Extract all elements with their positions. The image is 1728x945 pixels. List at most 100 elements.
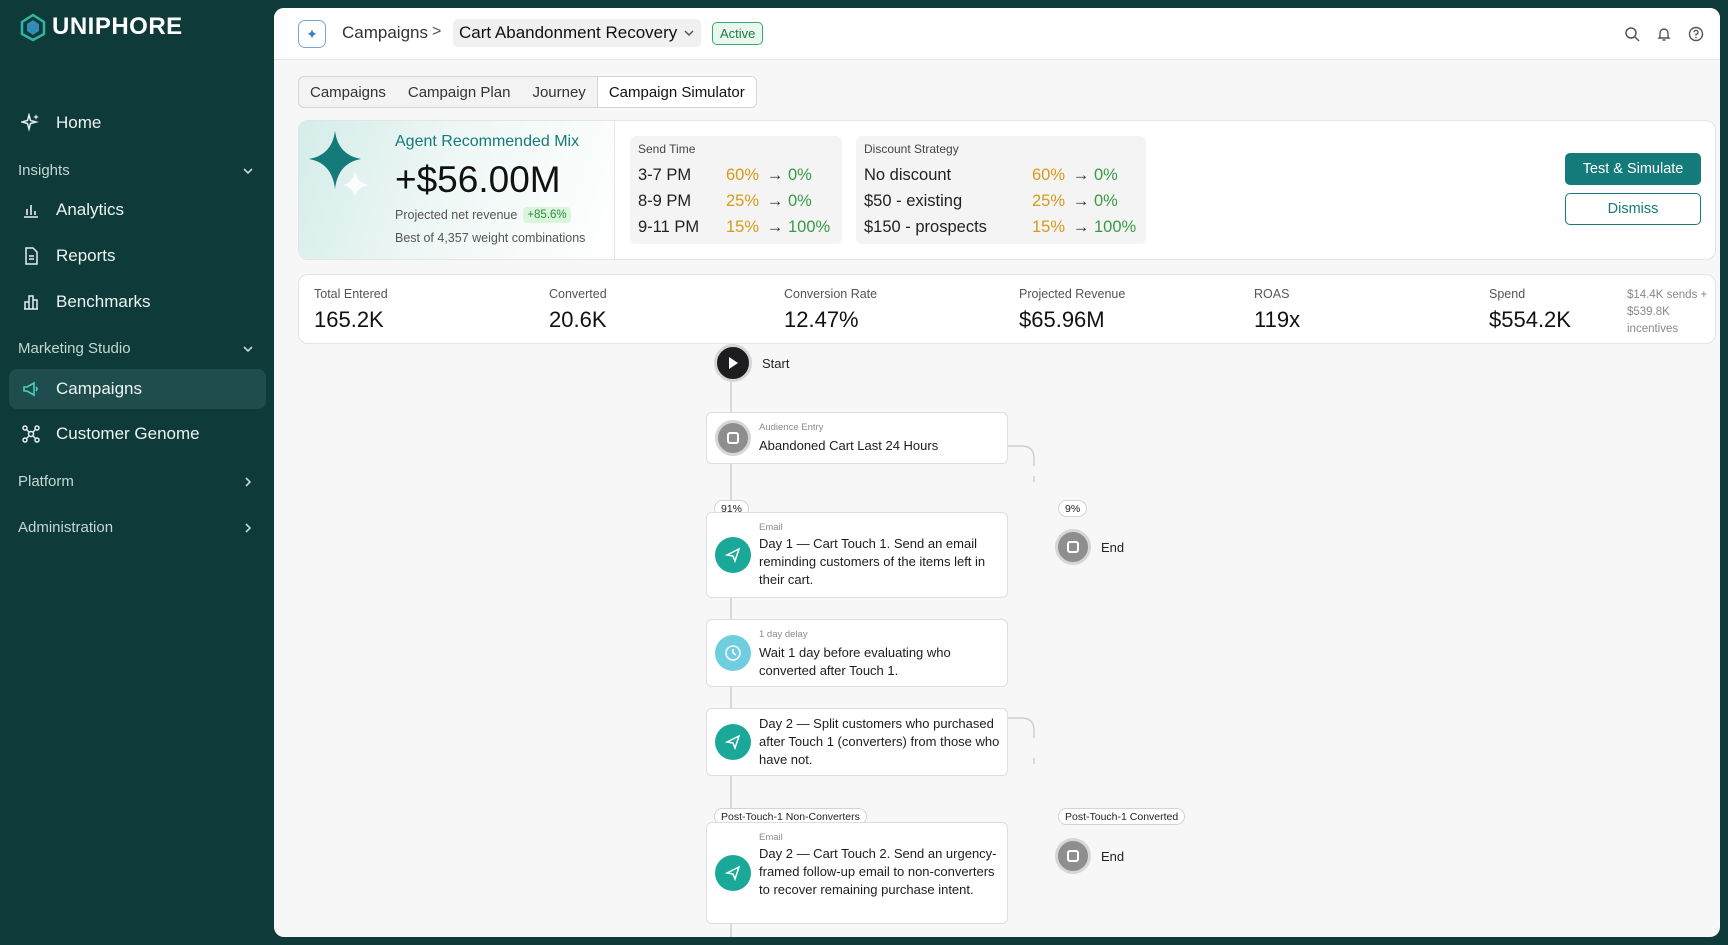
send-time-title: Send Time xyxy=(638,142,696,156)
node-text: Day 2 — Cart Touch 2. Send an urgency-fr… xyxy=(759,846,997,897)
search-icon[interactable] xyxy=(1622,24,1642,44)
mix-row: 9-11 PM 15% → 100% xyxy=(638,214,834,240)
metric-label: ROAS xyxy=(1254,287,1290,301)
nav-benchmarks[interactable]: Benchmarks xyxy=(9,282,266,322)
recommendation-subtitle-row: Projected net revenue +85.6% xyxy=(395,207,571,223)
status-badge: Active xyxy=(712,22,764,45)
test-simulate-button[interactable]: Test & Simulate xyxy=(1565,153,1701,185)
mix-row: $50 - existing 25% → 0% xyxy=(864,188,1138,214)
mix-to: 0% xyxy=(1094,165,1118,184)
nav-analytics[interactable]: Analytics xyxy=(9,190,266,230)
nav-section-insights[interactable]: Insights xyxy=(18,162,254,179)
nav-section-platform[interactable]: Platform xyxy=(18,473,254,490)
chevron-right-icon xyxy=(245,522,252,533)
start-node[interactable]: Start xyxy=(714,344,789,382)
brand-logo[interactable]: UNIPHORE xyxy=(18,12,183,42)
platform-section-label: Platform xyxy=(18,473,74,490)
arrow-right-icon: → xyxy=(1072,191,1090,210)
admin-section-label: Administration xyxy=(18,519,114,536)
metric-projected-revenue: Projected Revenue $65.96M xyxy=(1019,287,1125,333)
recommendation-uplift-badge: +85.6% xyxy=(523,207,571,223)
mix-to: 0% xyxy=(788,165,812,184)
bar-chart-icon xyxy=(20,199,42,221)
breadcrumb-campaigns[interactable]: Campaigns xyxy=(342,23,428,43)
start-label: Start xyxy=(762,355,790,371)
audience-entry-node[interactable]: Audience Entry Abandoned Cart Last 24 Ho… xyxy=(706,412,1008,464)
sidebar: UNIPHORE Home Insights Analytics Reports… xyxy=(0,0,272,945)
email-node-touch-2[interactable]: Email Day 2 — Cart Touch 2. Send an urge… xyxy=(706,822,1008,924)
spend-breakdown-note: $14.4K sends + $539.8K incentives xyxy=(1627,287,1715,338)
nav-home[interactable]: Home xyxy=(9,103,266,143)
dismiss-button[interactable]: Dismiss xyxy=(1565,193,1701,225)
insights-section-label: Insights xyxy=(18,162,70,179)
recommendation-title: Agent Recommended Mix xyxy=(395,133,580,150)
top-actions xyxy=(1622,24,1706,44)
main-panel: ✦ Campaigns > Cart Abandonment Recovery … xyxy=(274,8,1720,937)
send-icon xyxy=(715,537,751,573)
node-kind: Audience Entry xyxy=(759,422,824,433)
nav-section-marketing[interactable]: Marketing Studio xyxy=(18,340,254,357)
chevron-down-icon xyxy=(243,345,253,352)
ai-sparkle-icon xyxy=(309,131,369,197)
split-node[interactable]: Day 2 — Split customers who purchased af… xyxy=(706,708,1008,776)
metric-label: Projected Revenue xyxy=(1019,287,1126,301)
tab-campaigns[interactable]: Campaigns xyxy=(299,77,397,107)
nav-campaigns[interactable]: Campaigns xyxy=(9,369,266,409)
tab-campaign-plan[interactable]: Campaign Plan xyxy=(397,77,522,107)
mix-from: 15% xyxy=(726,217,760,236)
nav-reports[interactable]: Reports xyxy=(9,236,266,276)
mix-from: 60% xyxy=(1032,165,1066,184)
play-icon xyxy=(714,344,752,382)
chevron-down-icon xyxy=(684,30,694,37)
chevron-right-icon xyxy=(245,476,252,487)
node-kind: Email xyxy=(759,832,783,843)
mix-row: 8-9 PM 25% → 0% xyxy=(638,188,834,214)
mix-row: 3-7 PM 60% → 0% xyxy=(638,162,834,188)
node-kind: Email xyxy=(759,522,783,533)
campaign-name: Cart Abandonment Recovery xyxy=(459,23,678,42)
marketing-section-label: Marketing Studio xyxy=(18,340,131,357)
metric-value: $554.2K xyxy=(1489,307,1571,332)
discount-strategy-mix: Discount Strategy No discount 60% → 0% $… xyxy=(856,136,1146,244)
nav-analytics-label: Analytics xyxy=(56,200,125,219)
nav-campaigns-label: Campaigns xyxy=(56,379,142,398)
spend-note-sends: $14.4K sends + xyxy=(1627,289,1708,301)
metric-value: 165.2K xyxy=(314,307,384,332)
recommendation-value: +$56.00M xyxy=(395,159,561,200)
node-text: Day 2 — Split customers who purchased af… xyxy=(759,716,1000,767)
delay-node[interactable]: 1 day delay Wait 1 day before evaluating… xyxy=(706,619,1008,687)
bell-icon[interactable] xyxy=(1654,24,1674,44)
arrow-right-icon: → xyxy=(1072,165,1090,184)
nav-home-label: Home xyxy=(56,113,102,132)
breadcrumb-separator-icon: > xyxy=(432,23,442,40)
uniphore-logo-icon xyxy=(20,13,46,42)
arrow-right-icon: → xyxy=(766,217,784,236)
tab-journey[interactable]: Journey xyxy=(521,77,596,107)
metric-value: 119x xyxy=(1254,307,1301,332)
spend-note-incentives: $539.8K incentives xyxy=(1627,306,1679,335)
mix-label: 9-11 PM xyxy=(638,217,700,236)
tab-campaign-simulator[interactable]: Campaign Simulator xyxy=(596,77,756,107)
end-node[interactable]: End xyxy=(1055,838,1124,874)
mix-label: 3-7 PM xyxy=(638,165,692,184)
metric-total-entered: Total Entered 165.2K xyxy=(314,287,388,333)
document-icon xyxy=(20,245,42,267)
node-kind: 1 day delay xyxy=(759,629,808,640)
metric-label: Conversion Rate xyxy=(784,287,878,301)
nav-reports-label: Reports xyxy=(56,246,116,265)
campaign-selector[interactable]: Cart Abandonment Recovery xyxy=(453,19,702,47)
nav-section-administration[interactable]: Administration xyxy=(18,519,254,536)
send-time-mix: Send Time 3-7 PM 60% → 0% 8-9 PM 25% → 0… xyxy=(630,136,842,244)
end-node[interactable]: End xyxy=(1055,529,1124,565)
email-node-touch-1[interactable]: Email Day 1 — Cart Touch 1. Send an emai… xyxy=(706,512,1008,598)
metric-value: 20.6K xyxy=(549,307,607,332)
mix-to: 0% xyxy=(1094,191,1118,210)
mix-label: $150 - prospects xyxy=(864,217,987,236)
nav-customer-genome[interactable]: Customer Genome xyxy=(9,414,266,454)
arrow-right-icon: → xyxy=(1072,217,1090,236)
send-icon xyxy=(715,855,751,891)
help-icon[interactable] xyxy=(1686,24,1706,44)
mix-label: 8-9 PM xyxy=(638,191,692,210)
app-switcher-button[interactable]: ✦ xyxy=(298,20,326,48)
mix-to: 0% xyxy=(788,191,812,210)
